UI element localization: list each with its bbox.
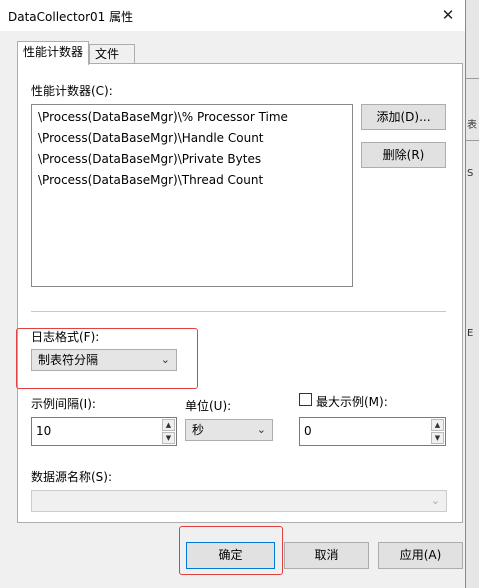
title-bar[interactable]: DataCollector01 属性 ✕ xyxy=(0,0,465,31)
background-label: 表 xyxy=(467,120,477,131)
max-samples-label: 最大示例(M): xyxy=(316,395,388,409)
background-divider xyxy=(466,78,479,79)
max-samples-value: 0 xyxy=(304,424,312,438)
ok-button[interactable]: 确定 xyxy=(186,542,275,569)
units-value: 秒 xyxy=(192,423,205,437)
chevron-down-icon: ⌄ xyxy=(430,494,440,507)
chevron-down-icon: ⌄ xyxy=(160,353,170,366)
background-label: S xyxy=(467,168,474,179)
units-select[interactable]: 秒 ⌄ xyxy=(185,419,273,441)
log-format-value: 制表符分隔 xyxy=(38,353,99,367)
chevron-down-icon: ⌄ xyxy=(256,423,266,436)
counters-label: 性能计数器(C): xyxy=(31,84,113,98)
add-counter-button[interactable]: 添加(D)... xyxy=(361,104,446,130)
down-arrow-icon[interactable]: ▼ xyxy=(162,432,175,444)
apply-button[interactable]: 应用(A) xyxy=(378,542,463,569)
sample-interval-label: 示例间隔(I): xyxy=(31,397,96,411)
window-title: DataCollector01 属性 xyxy=(8,10,134,24)
background-label: E xyxy=(467,328,474,339)
data-source-label: 数据源名称(S): xyxy=(31,470,113,484)
log-format-select[interactable]: 制表符分隔 ⌄ xyxy=(31,349,177,371)
tab-file[interactable]: 文件 xyxy=(89,44,135,63)
counters-list[interactable]: \Process(DataBaseMgr)\% Processor Time \… xyxy=(31,104,353,287)
down-arrow-icon[interactable]: ▼ xyxy=(431,432,444,444)
properties-dialog: DataCollector01 属性 ✕ 性能计数器 文件 性能计数器(C): … xyxy=(0,0,466,588)
background-divider xyxy=(466,140,479,141)
close-icon[interactable]: ✕ xyxy=(437,4,459,26)
list-item[interactable]: \Process(DataBaseMgr)\Handle Count xyxy=(38,131,264,145)
background-window-edge: 表 S E xyxy=(466,0,479,588)
list-item[interactable]: \Process(DataBaseMgr)\% Processor Time xyxy=(38,110,288,124)
max-samples-checkbox[interactable] xyxy=(299,393,312,406)
cancel-button[interactable]: 取消 xyxy=(284,542,369,569)
data-source-select[interactable]: ⌄ xyxy=(31,490,447,512)
sample-interval-stepper[interactable]: 10 ▲ ▼ xyxy=(31,417,177,446)
up-arrow-icon[interactable]: ▲ xyxy=(162,419,175,431)
list-item[interactable]: \Process(DataBaseMgr)\Private Bytes xyxy=(38,152,261,166)
up-arrow-icon[interactable]: ▲ xyxy=(431,419,444,431)
list-item[interactable]: \Process(DataBaseMgr)\Thread Count xyxy=(38,173,263,187)
tab-performance-counters[interactable]: 性能计数器 xyxy=(17,41,89,65)
log-format-label: 日志格式(F): xyxy=(31,330,100,344)
sample-interval-value: 10 xyxy=(36,424,52,438)
separator xyxy=(31,311,446,312)
remove-counter-button[interactable]: 删除(R) xyxy=(361,142,446,168)
max-samples-stepper[interactable]: 0 ▲ ▼ xyxy=(299,417,446,446)
units-label: 单位(U): xyxy=(185,399,232,413)
